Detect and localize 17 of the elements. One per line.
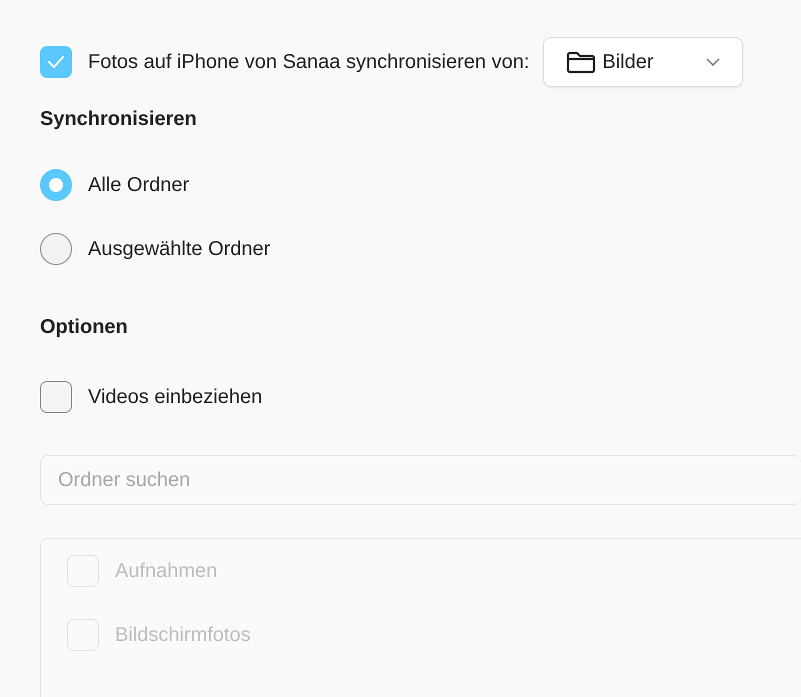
radio-button[interactable] bbox=[40, 233, 72, 265]
sync-label: Fotos auf iPhone von Sanaa synchronisieren von: bbox=[88, 50, 530, 75]
search-field[interactable]: Ordner suchen bbox=[40, 455, 801, 505]
radio-button[interactable] bbox=[40, 169, 72, 201]
section-heading: Synchronisieren bbox=[40, 107, 198, 131]
folder-label: Bildschirmfotos bbox=[115, 623, 251, 648]
radio-label: Alle Ordner bbox=[88, 173, 190, 198]
chevron-down-icon bbox=[706, 58, 720, 66]
checkbox[interactable] bbox=[40, 381, 72, 413]
checkbox[interactable] bbox=[40, 46, 72, 78]
checkbox-label: Videos einbeziehen bbox=[88, 385, 262, 410]
checkmark-icon bbox=[47, 55, 65, 69]
folder-icon bbox=[566, 50, 596, 74]
source-dropdown[interactable]: Bilder bbox=[543, 37, 744, 87]
section-heading: Optionen bbox=[40, 315, 129, 339]
radio-label: Ausgewählte Ordner bbox=[88, 237, 270, 262]
folder-label: Aufnahmen bbox=[115, 559, 218, 584]
